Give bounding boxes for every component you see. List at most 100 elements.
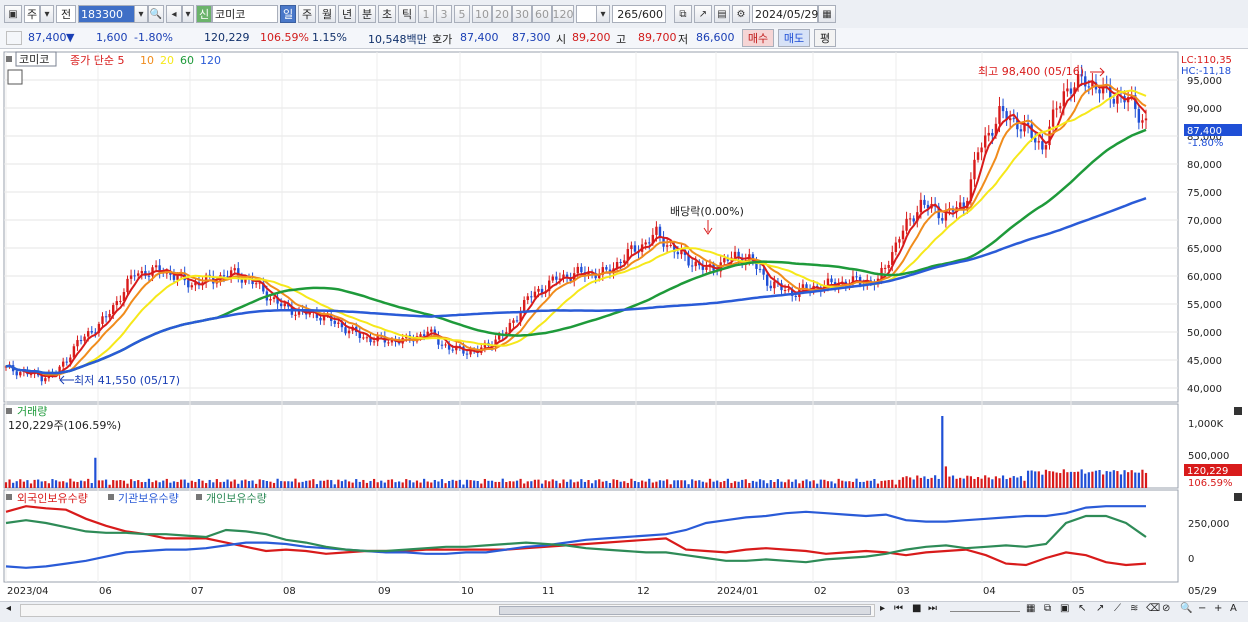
stock-chart[interactable]: 2023/04 06 07 08 09 10 11 12 2024/01 02 03 04 05 95,… [0, 48, 1248, 601]
clear-icon[interactable]: ⊘ [1162, 603, 1170, 614]
candle-body [154, 265, 158, 268]
volume-bar [333, 484, 336, 488]
line-tool-icon[interactable]: ↗ [1096, 603, 1104, 614]
font-size-icon[interactable]: A [1230, 603, 1237, 614]
volume-bar [1059, 473, 1062, 488]
close-pane-icon[interactable] [1234, 493, 1242, 501]
candle-body [222, 275, 226, 277]
stock-code-input[interactable]: 183300 [78, 5, 136, 23]
quote-checkbox[interactable] [6, 31, 22, 45]
candle-body [883, 267, 887, 269]
price-tick-label: 45,000 [1187, 356, 1222, 367]
volume-bar [580, 479, 583, 488]
legend-ma60: 60 [180, 54, 194, 67]
volume-bar [247, 481, 251, 488]
low-annotation: 최저 41,550 (05/17) [74, 374, 180, 387]
close-pane-icon[interactable] [1234, 407, 1242, 415]
chart-scrollbar[interactable] [20, 604, 875, 617]
stop-icon[interactable]: ■ [912, 603, 921, 614]
erase-icon[interactable]: ⌫ [1146, 603, 1160, 614]
ask-price: 87,400 [460, 31, 499, 44]
chart-type-select[interactable]: 주 [24, 5, 40, 23]
candle-body [1098, 89, 1101, 94]
legend-stock-name: 코미코 [19, 53, 49, 66]
pane-menu-icon[interactable] [6, 408, 12, 414]
first-page-icon[interactable]: ⏮ [894, 603, 903, 614]
volume-bar [469, 480, 472, 488]
x-axis-label: 03 [897, 586, 910, 597]
period-day-button[interactable]: 일 [280, 5, 296, 23]
interval-3-button[interactable]: 3 [436, 5, 452, 23]
date-input[interactable]: 2024/05/29 [752, 5, 818, 23]
candle-body [430, 329, 433, 332]
candle-body [551, 276, 554, 281]
candle-body [347, 330, 351, 334]
trend-tool-icon[interactable]: ⟋ [1114, 603, 1121, 614]
save-icon[interactable]: ▤ [714, 5, 730, 23]
scroll-left-icon[interactable]: ◂ [6, 603, 11, 614]
compare-select[interactable]: 전 [56, 5, 76, 23]
period-minute-button[interactable]: 분 [358, 5, 376, 23]
search-icon[interactable]: 🔍 [148, 5, 164, 23]
eval-button[interactable]: 평 [814, 29, 836, 47]
interval-1-button[interactable]: 1 [418, 5, 434, 23]
price-pane[interactable] [3, 51, 1179, 403]
copy-icon[interactable]: ⧉ [1044, 603, 1051, 614]
volume-bar [22, 481, 25, 488]
volume-pane[interactable] [3, 403, 1179, 489]
candle-body [362, 337, 365, 339]
volume-bar [744, 479, 747, 488]
new-listing-badge: 신 [196, 5, 212, 23]
interval-30-button[interactable]: 30 [512, 5, 532, 23]
period-tick-button[interactable]: 틱 [398, 5, 416, 23]
volume-bar [322, 480, 326, 488]
indicator-icon[interactable]: ⧉ [674, 5, 692, 23]
layout-icon[interactable]: ▦ [1026, 603, 1035, 614]
zoom-slider[interactable] [950, 603, 1020, 612]
buy-button[interactable]: 매수 [742, 29, 774, 47]
period-week-button[interactable]: 주 [298, 5, 316, 23]
window-icon[interactable]: ▣ [1060, 603, 1069, 614]
magnifier-icon[interactable]: 🔍 [1180, 603, 1192, 614]
zoom-out-icon[interactable]: − [1198, 603, 1206, 614]
zoom-in-icon[interactable]: + [1214, 603, 1222, 614]
interval-5-button[interactable]: 5 [454, 5, 470, 23]
pane-menu-icon[interactable] [6, 56, 12, 62]
chevron-down-icon[interactable]: ▾ [134, 5, 148, 23]
drawing-tools-icon[interactable]: ↗ [694, 5, 712, 23]
cursor-icon[interactable]: ↖ [1078, 603, 1086, 614]
interval-20-button[interactable]: 20 [492, 5, 512, 23]
candle-body [1055, 108, 1058, 110]
fibonacci-tool-icon[interactable]: ≋ [1130, 603, 1138, 614]
volume-bar [894, 484, 897, 488]
bar-count-input[interactable]: 265/600 [612, 5, 666, 23]
interval-60-button[interactable]: 60 [532, 5, 552, 23]
interval-120-button[interactable]: 120 [552, 5, 574, 23]
candle-body [172, 274, 176, 280]
volume-bar [751, 480, 754, 488]
volume-bar [62, 481, 65, 488]
period-year-button[interactable]: 년 [338, 5, 356, 23]
stock-name-field[interactable]: 코미코 [212, 5, 278, 23]
gear-icon[interactable]: ⚙ [732, 5, 750, 23]
chevron-down-icon[interactable]: ▾ [596, 5, 610, 23]
period-month-button[interactable]: 월 [318, 5, 336, 23]
volume-bar [676, 480, 679, 488]
chevron-down-icon[interactable]: ▾ [182, 5, 194, 23]
calendar-icon[interactable]: ▦ [818, 5, 836, 23]
scroll-right-icon[interactable]: ▸ [880, 603, 885, 614]
interval-10-button[interactable]: 10 [472, 5, 492, 23]
calculator-icon[interactable] [7, 69, 23, 85]
chevron-down-icon[interactable]: ▾ [40, 5, 54, 23]
lc-label: LC:110,35 [1181, 55, 1232, 66]
chart-menu-icon[interactable]: ▣ [4, 5, 22, 23]
scroll-thumb[interactable] [499, 606, 871, 615]
speaker-icon[interactable]: ◂ [166, 5, 182, 23]
volume-bar [297, 482, 301, 488]
period-second-button[interactable]: 초 [378, 5, 396, 23]
sell-button[interactable]: 매도 [778, 29, 810, 47]
candle-body [980, 147, 983, 153]
pane-menu-icon[interactable] [6, 494, 12, 500]
interval-custom-input[interactable] [576, 5, 598, 23]
last-page-icon[interactable]: ⏭ [928, 603, 937, 614]
